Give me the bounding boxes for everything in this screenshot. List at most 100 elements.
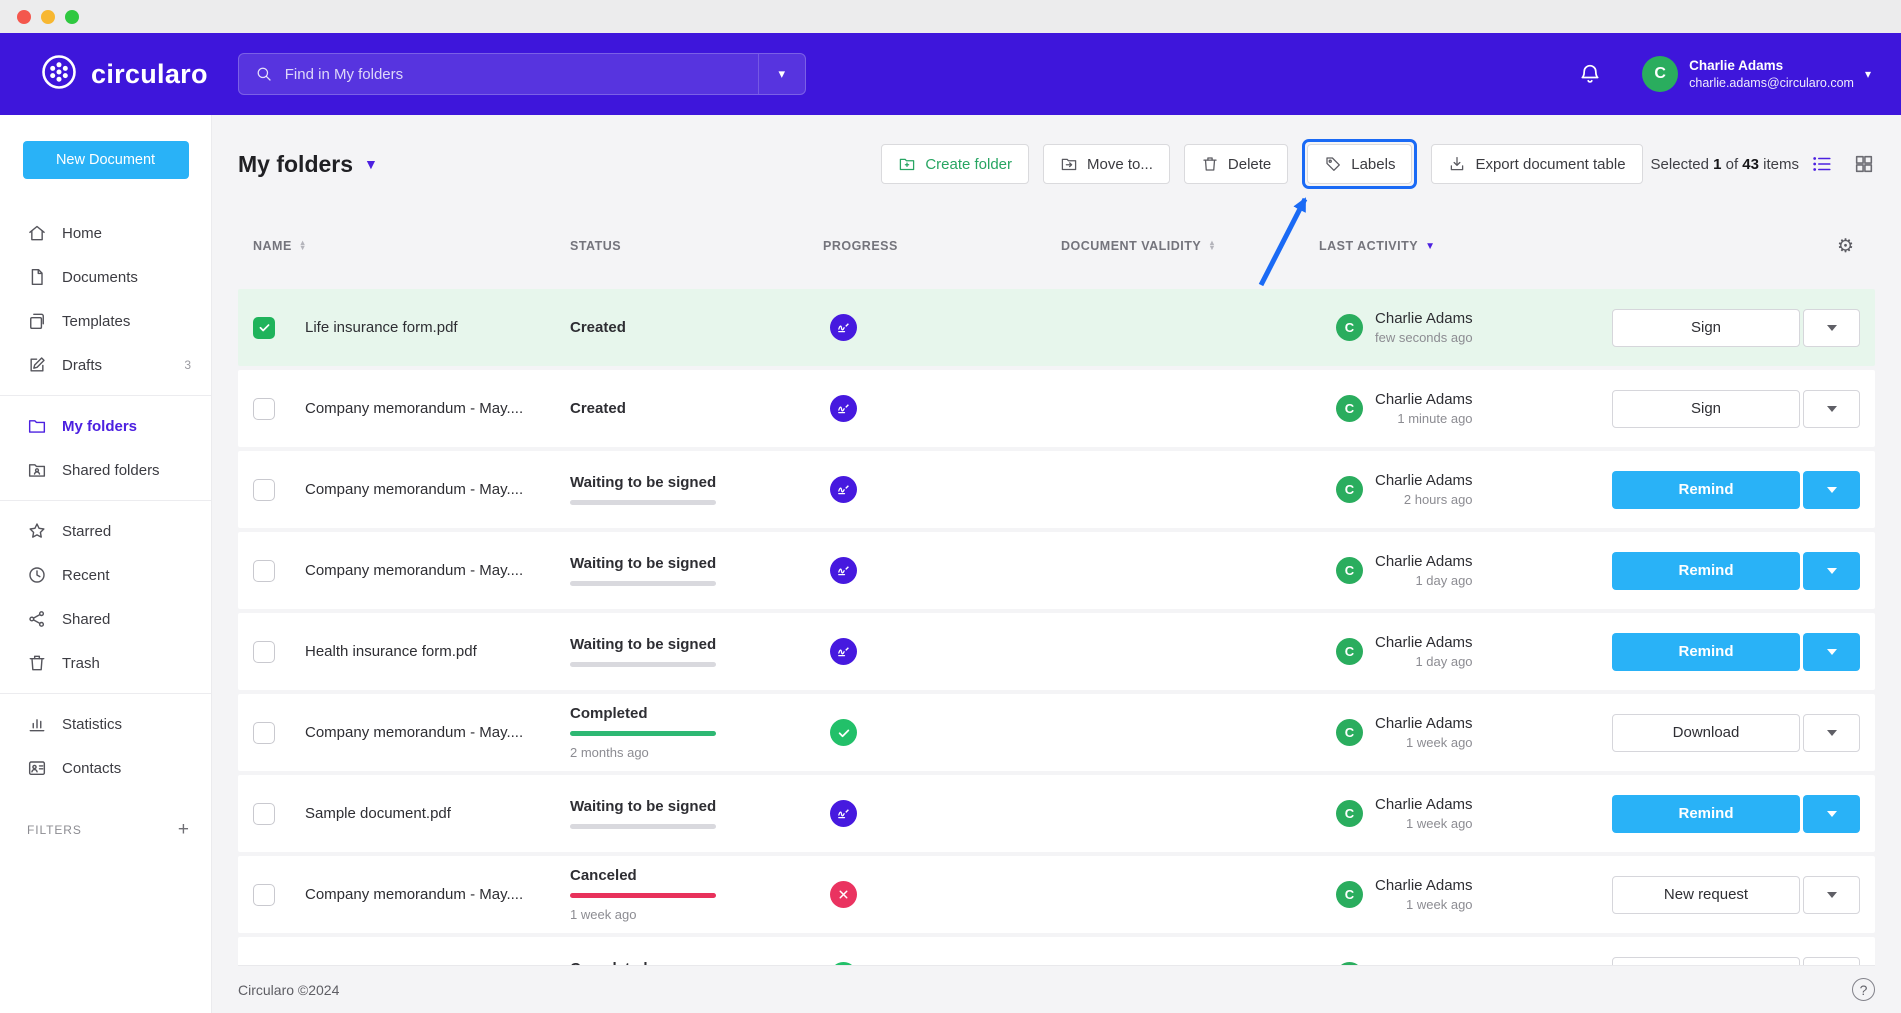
progress-sign-icon[interactable]	[830, 557, 857, 584]
row-checkbox[interactable]	[253, 803, 275, 825]
row-action-button[interactable]: New request	[1612, 876, 1800, 914]
row-checkbox[interactable]	[253, 398, 275, 420]
user-menu[interactable]: C Charlie Adams charlie.adams@circularo.…	[1642, 56, 1871, 92]
progress-check-icon[interactable]	[830, 719, 857, 746]
table-row[interactable]: Company memorandum - May....Completed2 m…	[238, 694, 1875, 771]
progress-sign-icon[interactable]	[830, 638, 857, 665]
minimize-window-button[interactable]	[41, 10, 55, 24]
sidebar-item-trash[interactable]: Trash	[0, 641, 211, 685]
row-action-button[interactable]: Remind	[1612, 795, 1800, 833]
document-name[interactable]: Company memorandum - May....	[305, 481, 570, 498]
row-action-dropdown[interactable]	[1803, 471, 1860, 509]
document-name[interactable]: Company memorandum - May....	[305, 400, 570, 417]
column-header-name[interactable]: NAME▲▼	[253, 239, 570, 253]
row-checkbox[interactable]	[253, 479, 275, 501]
search-input[interactable]	[285, 66, 758, 83]
sidebar-item-templates[interactable]: Templates	[0, 299, 211, 343]
row-checkbox[interactable]	[253, 722, 275, 744]
row-action-dropdown[interactable]	[1803, 714, 1860, 752]
row-action-dropdown[interactable]	[1803, 957, 1860, 966]
column-header-validity[interactable]: DOCUMENT VALIDITY▲▼	[1061, 239, 1319, 253]
row-action-button[interactable]: Download	[1612, 714, 1800, 752]
sidebar-item-starred[interactable]: Starred	[0, 509, 211, 553]
sidebar-item-home[interactable]: Home	[0, 211, 211, 255]
search-scope-chevron-icon[interactable]: ▾	[759, 54, 805, 94]
row-checkbox[interactable]	[253, 884, 275, 906]
sidebar-item-recent[interactable]: Recent	[0, 553, 211, 597]
progress-sign-icon[interactable]	[830, 395, 857, 422]
table-body: Life insurance form.pdfCreatedCCharlie A…	[238, 289, 1875, 965]
row-action-dropdown[interactable]	[1803, 390, 1860, 428]
row-action-button[interactable]: Remind	[1612, 471, 1800, 509]
sidebar-item-documents[interactable]: Documents	[0, 255, 211, 299]
row-action-button[interactable]: Remind	[1612, 552, 1800, 590]
document-name[interactable]: Health insurance form.pdf	[305, 643, 570, 660]
progress-cross-icon[interactable]	[830, 881, 857, 908]
column-header-activity[interactable]: LAST ACTIVITY▼	[1319, 239, 1612, 253]
document-name[interactable]: Life insurance form.pdf	[305, 319, 570, 336]
gear-icon[interactable]: ⚙	[1837, 235, 1854, 258]
progress-bar	[570, 893, 716, 898]
table-row[interactable]: Sample document.pdfWaiting to be signedC…	[238, 775, 1875, 852]
row-action-dropdown[interactable]	[1803, 876, 1860, 914]
close-window-button[interactable]	[17, 10, 31, 24]
document-name[interactable]: Company memorandum - May....	[305, 562, 570, 579]
row-action-dropdown[interactable]	[1803, 633, 1860, 671]
sidebar-item-drafts[interactable]: Drafts3	[0, 343, 211, 387]
row-action-button[interactable]: Sign	[1612, 309, 1800, 347]
row-action-button[interactable]: Remind	[1612, 633, 1800, 671]
row-checkbox[interactable]	[253, 317, 275, 339]
export-document-table-button[interactable]: Export document table	[1431, 144, 1642, 184]
column-header-progress[interactable]: PROGRESS	[823, 239, 1061, 253]
sort-desc-icon[interactable]: ▼	[1425, 241, 1435, 252]
row-checkbox[interactable]	[253, 641, 275, 663]
sidebar-item-my-folders[interactable]: My folders	[0, 404, 211, 448]
row-actions	[1612, 957, 1860, 966]
row-action-dropdown[interactable]	[1803, 795, 1860, 833]
sidebar-item-shared[interactable]: Shared	[0, 597, 211, 641]
notifications-bell-icon[interactable]	[1578, 62, 1602, 86]
table-row[interactable]: Health insurance form.pdfWaiting to be s…	[238, 613, 1875, 690]
document-name[interactable]: Company memorandum - May....	[305, 724, 570, 741]
row-checkbox[interactable]	[253, 560, 275, 582]
progress-sign-icon[interactable]	[830, 476, 857, 503]
row-action-dropdown[interactable]	[1803, 552, 1860, 590]
global-search[interactable]: ▾	[238, 53, 806, 95]
progress-sign-icon[interactable]	[830, 800, 857, 827]
sidebar-item-label: My folders	[62, 418, 137, 435]
shared-folder-icon	[27, 460, 47, 480]
column-header-status[interactable]: STATUS	[570, 239, 823, 253]
row-action-dropdown[interactable]	[1803, 309, 1860, 347]
row-action-button[interactable]: Sign	[1612, 390, 1800, 428]
page-title[interactable]: My folders ▼	[238, 151, 378, 178]
delete-button[interactable]: Delete	[1184, 144, 1288, 184]
table-row[interactable]: Life insurance form.pdfCreatedCCharlie A…	[238, 289, 1875, 366]
sort-icon[interactable]: ▲▼	[299, 241, 307, 251]
sidebar-item-shared-folders[interactable]: Shared folders	[0, 448, 211, 492]
new-document-button[interactable]: New Document	[23, 141, 189, 179]
row-actions: Remind	[1612, 471, 1860, 509]
document-name[interactable]: Sample document.pdf	[305, 805, 570, 822]
document-name[interactable]: Company memorandum - May....	[305, 886, 570, 903]
table-row[interactable]: Company memorandum - May....CreatedCChar…	[238, 370, 1875, 447]
grid-view-icon[interactable]	[1853, 153, 1875, 175]
table-row[interactable]: Company memorandum - May....Waiting to b…	[238, 451, 1875, 528]
brand-logo[interactable]: circularo	[40, 53, 208, 96]
sort-icon[interactable]: ▲▼	[1208, 241, 1216, 251]
zoom-window-button[interactable]	[65, 10, 79, 24]
move-to-button[interactable]: Move to...	[1043, 144, 1170, 184]
sidebar-item-statistics[interactable]: Statistics	[0, 702, 211, 746]
table-row[interactable]: Company memorandum - May....Canceled1 we…	[238, 856, 1875, 933]
sidebar-item-contacts[interactable]: Contacts	[0, 746, 211, 790]
list-view-icon[interactable]	[1811, 153, 1833, 175]
create-folder-button[interactable]: Create folder	[881, 144, 1029, 184]
progress-sign-icon[interactable]	[830, 314, 857, 341]
table-row[interactable]: CompletedCCharlie Adams	[238, 937, 1875, 965]
labels-button[interactable]: Labels	[1307, 144, 1412, 184]
table-row[interactable]: Company memorandum - May....Waiting to b…	[238, 532, 1875, 609]
row-action-button[interactable]	[1612, 957, 1800, 966]
activity-timestamp: 2 hours ago	[1404, 491, 1473, 509]
add-filter-button[interactable]: +	[178, 820, 189, 839]
help-button[interactable]: ?	[1852, 978, 1875, 1001]
actor-name: Charlie Adams	[1375, 471, 1473, 491]
